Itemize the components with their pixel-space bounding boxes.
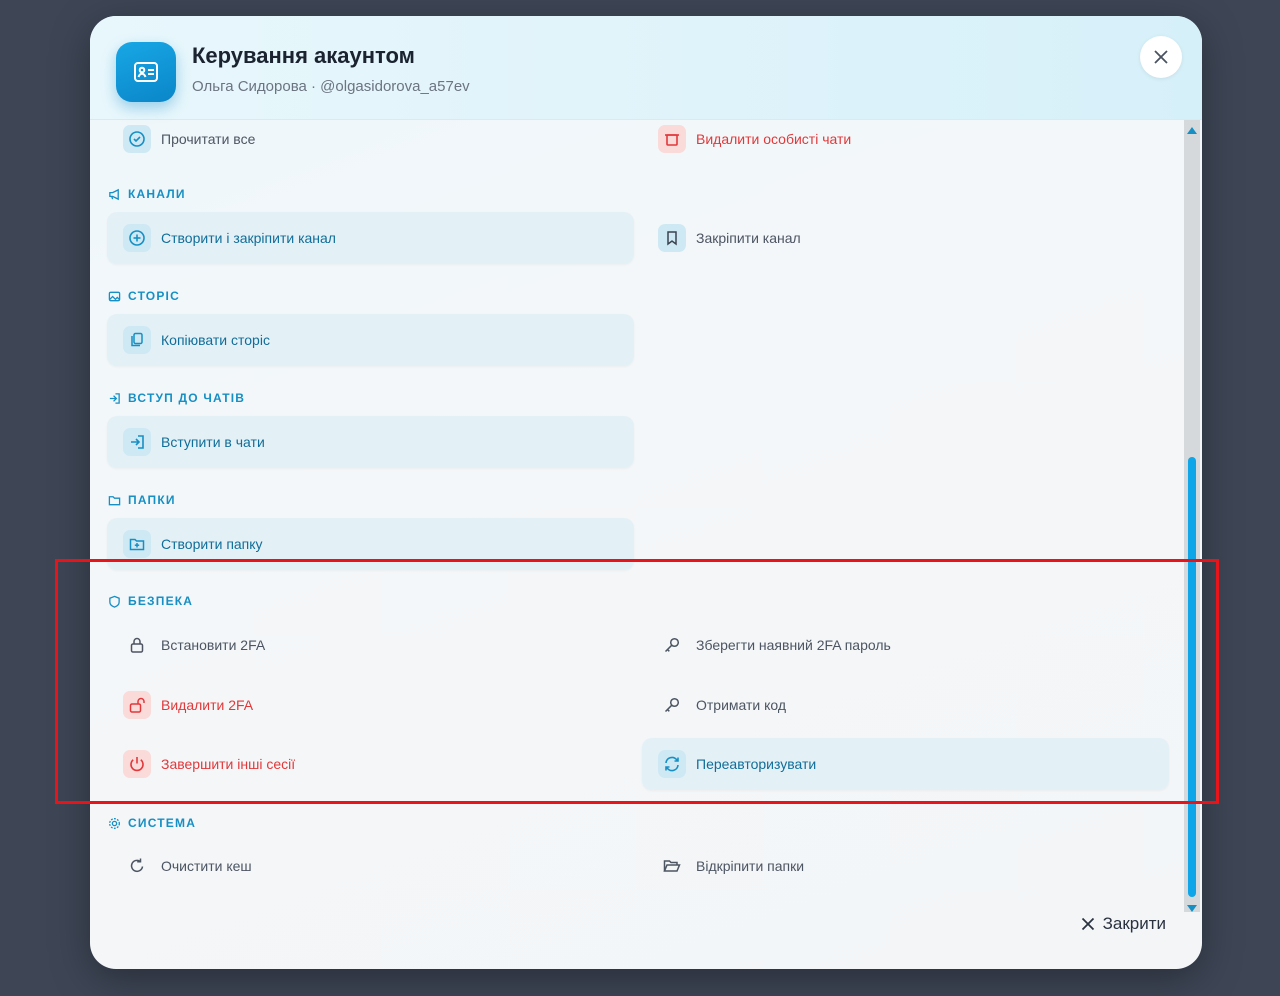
join-chats-label: Вступити в чати xyxy=(161,434,265,450)
read-all-label: Прочитати все xyxy=(161,131,256,147)
reauthorize-label: Переавторизувати xyxy=(696,756,817,772)
bookmark-icon xyxy=(658,224,686,252)
join-chats-button[interactable]: Вступити в чати xyxy=(107,416,634,468)
create-folder-button[interactable]: Створити папку xyxy=(107,518,634,570)
get-code-button[interactable]: Отримати код xyxy=(642,679,1169,731)
clear-cache-button[interactable]: Очистити кеш xyxy=(107,840,634,892)
key-icon xyxy=(658,691,686,719)
section-channels-title: КАНАЛИ xyxy=(128,187,186,201)
image-icon xyxy=(108,291,121,301)
section-folders-title: ПАПКИ xyxy=(128,493,176,507)
shield-icon xyxy=(109,595,120,608)
folder-icon xyxy=(108,495,121,505)
remove-2fa-button[interactable]: Видалити 2FA xyxy=(107,679,634,731)
section-channels: КАНАЛИ xyxy=(108,187,186,201)
power-icon xyxy=(123,750,151,778)
create-folder-label: Створити папку xyxy=(161,536,263,552)
rotate-icon xyxy=(123,852,151,880)
login-icon xyxy=(109,392,120,404)
section-security: БЕЗПЕКА xyxy=(108,594,193,608)
copy-stories-button[interactable]: Копіювати сторіс xyxy=(107,314,634,366)
section-security-title: БЕЗПЕКА xyxy=(128,594,194,608)
close-icon xyxy=(1154,50,1168,64)
check-circle-icon xyxy=(123,125,151,153)
megaphone-icon xyxy=(109,188,119,200)
save-2fa-password-button[interactable]: Зберегти наявний 2FA пароль xyxy=(642,619,1169,671)
pin-channel-label: Закріпити канал xyxy=(696,230,801,246)
scrollbar[interactable] xyxy=(1184,120,1200,912)
unlock-icon xyxy=(123,691,151,719)
key-icon xyxy=(658,631,686,659)
read-all-button[interactable]: Прочитати все xyxy=(107,120,634,165)
unpin-folders-button[interactable]: Відкріпити папки xyxy=(642,840,1169,892)
folder-open-icon xyxy=(658,852,686,880)
pin-channel-button[interactable]: Закріпити канал xyxy=(642,212,1169,264)
scrollbar-thumb[interactable] xyxy=(1188,457,1196,897)
set-2fa-label: Встановити 2FA xyxy=(161,637,266,653)
section-join-title: ВСТУП ДО ЧАТІВ xyxy=(128,391,246,405)
get-code-label: Отримати код xyxy=(696,697,787,713)
plus-circle-icon xyxy=(123,224,151,252)
unpin-folders-label: Відкріпити папки xyxy=(696,858,805,874)
account-management-modal: Керування акаунтом Ольга Сидорова · @olg… xyxy=(90,16,1202,969)
footer-close-label: Закрити xyxy=(1102,914,1166,933)
trash-icon xyxy=(658,125,686,153)
end-other-sessions-button[interactable]: Завершити інші сесії xyxy=(107,738,634,790)
reauthorize-button[interactable]: Переавторизувати xyxy=(642,738,1169,790)
enter-icon xyxy=(123,428,151,456)
close-icon xyxy=(1081,917,1094,931)
scroll-down-arrow-icon[interactable] xyxy=(1187,905,1197,912)
section-system-title: СИСТЕМА xyxy=(128,816,197,830)
delete-private-chats-button[interactable]: Видалити особисті чати xyxy=(642,120,1169,165)
save-2fa-password-label: Зберегти наявний 2FA пароль xyxy=(696,637,891,653)
section-stories: СТОРІС xyxy=(108,289,180,303)
modal-content: Прочитати все Видалити особисті чати КАН… xyxy=(90,120,1202,910)
refresh-icon xyxy=(658,750,686,778)
folder-plus-icon xyxy=(123,530,151,558)
gear-icon xyxy=(109,817,120,829)
section-system: СИСТЕМА xyxy=(108,816,196,830)
copy-stories-label: Копіювати сторіс xyxy=(161,332,270,348)
section-folders: ПАПКИ xyxy=(108,493,176,507)
create-pin-channel-label: Створити і закріпити канал xyxy=(161,230,336,246)
section-stories-title: СТОРІС xyxy=(128,289,180,303)
remove-2fa-label: Видалити 2FA xyxy=(161,697,254,713)
copy-icon xyxy=(123,326,151,354)
clear-cache-label: Очистити кеш xyxy=(161,858,252,874)
footer-close-button[interactable]: Закрити xyxy=(1081,914,1166,934)
lock-icon xyxy=(123,631,151,659)
set-2fa-button[interactable]: Встановити 2FA xyxy=(107,619,634,671)
scroll-up-arrow-icon[interactable] xyxy=(1187,127,1197,134)
account-subtitle: Ольга Сидорова · @olgasidorova_a57ev xyxy=(192,78,470,95)
create-pin-channel-button[interactable]: Створити і закріпити канал xyxy=(107,212,634,264)
close-button[interactable] xyxy=(1140,36,1182,78)
modal-header: Керування акаунтом Ольга Сидорова · @olg… xyxy=(90,16,1202,120)
section-join: ВСТУП ДО ЧАТІВ xyxy=(108,391,245,405)
end-other-sessions-label: Завершити інші сесії xyxy=(161,756,296,772)
delete-private-chats-label: Видалити особисті чати xyxy=(696,131,852,147)
id-card-icon xyxy=(116,42,176,102)
modal-title: Керування акаунтом xyxy=(192,43,415,68)
